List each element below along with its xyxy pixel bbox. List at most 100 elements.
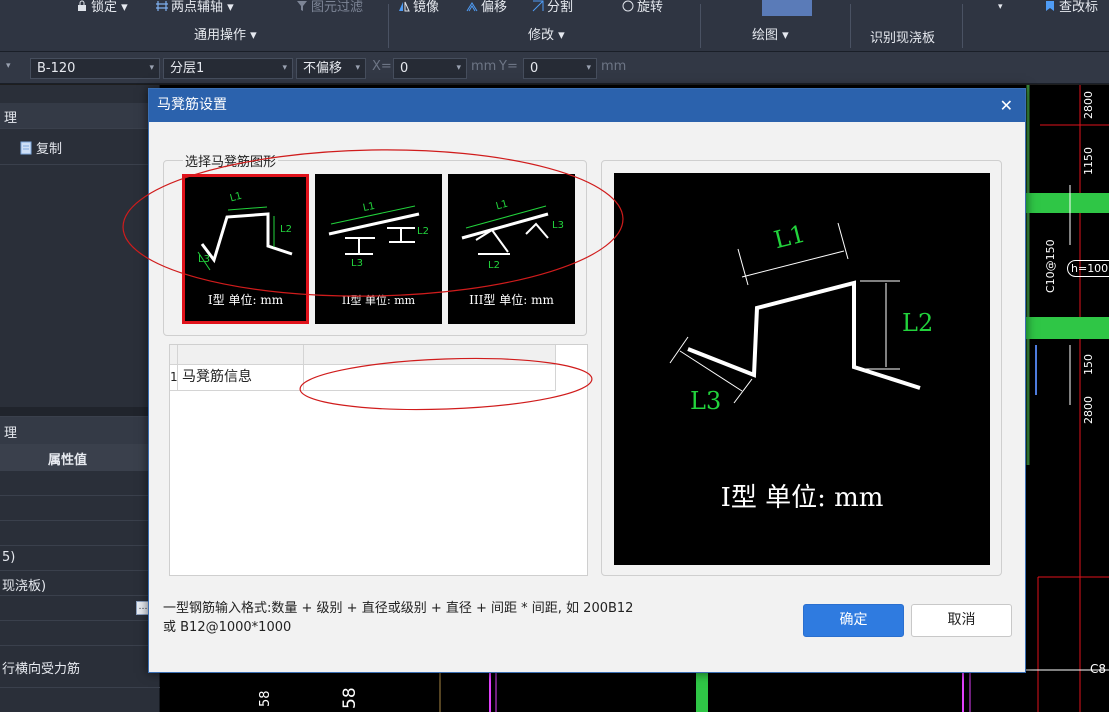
ribbon-separator — [850, 4, 851, 48]
grid-column-header — [304, 345, 556, 365]
dialog-title-bar[interactable]: 马凳筋设置 — [149, 89, 1025, 122]
shape-type-2-option[interactable]: L1 L2 L3 II型 单位: mm — [315, 174, 442, 324]
ribbon-lock-label: 锁定 — [91, 0, 118, 15]
dimension-label: 1150 — [1082, 147, 1095, 175]
property-value-header-label: 属性值 — [48, 453, 88, 468]
dimension-label: 58 — [340, 687, 360, 709]
offset-mode-select[interactable]: 不偏移 ▾ — [296, 58, 366, 79]
group-draw-label: 绘图 — [752, 28, 779, 43]
copy-button[interactable]: 复制 — [0, 129, 160, 165]
dialog-title: 马凳筋设置 — [157, 97, 227, 113]
chair-bar-settings-dialog: 马凳筋设置 ✕ 选择马凳筋图形 L1 L2 L3 I型 单位: mm L1 L2… — [148, 88, 1026, 673]
ribbon-lock-button[interactable]: 锁定 ▾ — [76, 0, 128, 15]
property-bar: ▾ B-120 ▾ 分层1 ▾ 不偏移 ▾ X= 0 ▾ mm Y= 0 ▾ mm — [0, 52, 1109, 84]
preview-type-label: I型 单位: mm — [720, 483, 884, 513]
ribbon-separator — [962, 4, 963, 48]
edit-tag-icon — [1046, 1, 1054, 11]
shape-preview: L1 L2 L3 I型 单位: mm — [614, 173, 990, 565]
offset-icon — [466, 2, 478, 12]
shape-group-title: 选择马凳筋图形 — [183, 151, 279, 170]
ribbon-split-button[interactable]: 分割 — [532, 0, 573, 15]
x-offset-value: 0 — [400, 61, 409, 76]
prop-tab-header: 理 — [0, 417, 160, 445]
ribbon-axis-label: 两点辅轴 — [171, 0, 224, 15]
dim-l3-label: L3 — [690, 387, 722, 415]
propbar-left-arrow[interactable]: ▾ — [6, 61, 11, 71]
ribbon-separator — [700, 4, 701, 48]
dim-l3-label: L3 — [351, 258, 363, 269]
layer-select-value: 分层1 — [170, 61, 205, 76]
group-draw[interactable]: 绘图 ▾ — [752, 24, 789, 43]
filter-icon — [297, 1, 307, 11]
left-panel: 理 复制 理 属性值 5) 现浇板) … 行横向受力筋 — [0, 85, 160, 712]
group-common-label: 通用操作 — [194, 28, 247, 43]
property-row-fragment: 行横向受力筋 — [2, 662, 81, 677]
component-select[interactable]: B-120 ▾ — [30, 58, 160, 79]
ribbon-offset-button[interactable]: 偏移 — [466, 0, 507, 15]
rebar-label: C8 — [1090, 662, 1107, 676]
group-modify[interactable]: 修改 ▾ — [528, 24, 565, 43]
prop-tab-fragment: 理 — [4, 426, 18, 441]
ribbon-separator — [388, 4, 389, 48]
split-icon — [532, 0, 544, 12]
hint-line-1: 一型钢筋输入格式:数量 + 级别 + 直径或级别 + 直径 + 间距 * 间距,… — [163, 601, 634, 616]
axis-icon — [156, 1, 168, 11]
property-row[interactable] — [0, 621, 160, 646]
property-row[interactable]: … — [0, 596, 160, 621]
grid-row-number: 1 — [170, 365, 178, 391]
x-unit-label: mm — [471, 59, 497, 74]
mirror-icon — [399, 1, 410, 12]
chair-bar-info-input[interactable] — [304, 365, 556, 391]
dim-l3-label: L3 — [552, 220, 564, 231]
ribbon-dropdown-arrow[interactable]: ▾ — [998, 2, 1003, 12]
ribbon-split-label: 分割 — [547, 0, 574, 15]
group-identify-slab[interactable]: 识别现浇板 — [870, 27, 935, 46]
ribbon-edit-tag-button[interactable]: 查改标 — [1044, 0, 1098, 15]
shape-type-3-option[interactable]: L1 L3 L2 III型 单位: mm — [448, 174, 575, 324]
property-row[interactable]: 5) — [0, 546, 160, 571]
dimension-label: 2800 — [1082, 396, 1095, 424]
y-offset-label: Y= — [499, 59, 518, 74]
dimension-label: 2800 — [1082, 91, 1095, 119]
shape-type-2-label: II型 单位: mm — [341, 294, 416, 307]
dim-l3-label: L3 — [198, 254, 210, 265]
copy-label: 复制 — [36, 142, 63, 157]
group-identify-label: 识别现浇板 — [870, 31, 936, 46]
property-value-header: 属性值 — [0, 445, 160, 471]
draw-color-swatch[interactable] — [762, 0, 812, 16]
input-format-hint: 一型钢筋输入格式:数量 + 级别 + 直径或级别 + 直径 + 间距 * 间距,… — [163, 599, 743, 637]
ribbon-toolbar: 锁定 ▾ 两点辅轴 ▾ 图元过滤 镜像 偏移 分割 旋转 ▾ 查改标 通用操作 … — [0, 0, 1109, 52]
panel-tab-header: 理 — [0, 103, 160, 129]
ribbon-mirror-button[interactable]: 镜像 — [398, 0, 439, 15]
shape-type-1-option[interactable]: L1 L2 L3 I型 单位: mm — [182, 174, 309, 324]
property-row[interactable]: 行横向受力筋 — [0, 646, 160, 688]
ok-button[interactable]: 确定 — [803, 604, 904, 637]
dim-l2-label: L2 — [488, 260, 500, 271]
property-row[interactable] — [0, 521, 160, 546]
cancel-button[interactable]: 取消 — [911, 604, 1012, 637]
dim-l2-label: L2 — [417, 226, 429, 237]
x-offset-input[interactable]: 0 ▾ — [393, 58, 467, 79]
chair-bar-info-label: 马凳筋信息 — [178, 365, 304, 391]
ribbon-rotate-label: 旋转 — [637, 0, 664, 15]
shape-type-3-label: III型 单位: mm — [469, 293, 554, 307]
copy-icon — [20, 141, 32, 155]
ribbon-edit-tag-label: 查改标 — [1059, 0, 1099, 15]
y-unit-label: mm — [601, 59, 627, 74]
property-row[interactable] — [0, 496, 160, 521]
y-offset-input[interactable]: 0 ▾ — [523, 58, 597, 79]
ribbon-filter-button[interactable]: 图元过滤 — [296, 0, 363, 15]
ribbon-rotate-button[interactable]: 旋转 — [622, 0, 663, 15]
chevron-down-icon: ▾ — [355, 63, 360, 73]
ribbon-axis-button[interactable]: 两点辅轴 ▾ — [156, 0, 234, 15]
ribbon-offset-label: 偏移 — [481, 0, 508, 15]
lock-icon — [78, 0, 86, 11]
panel-splitter[interactable] — [0, 407, 160, 417]
property-row[interactable] — [0, 471, 160, 496]
layer-select[interactable]: 分层1 ▾ — [163, 58, 293, 79]
close-button[interactable]: ✕ — [1000, 89, 1013, 122]
group-common-ops[interactable]: 通用操作 ▾ — [194, 24, 257, 43]
property-row[interactable]: 现浇板) — [0, 571, 160, 596]
chevron-down-icon: ▾ — [149, 63, 154, 73]
dim-l2-label: L2 — [902, 309, 934, 337]
